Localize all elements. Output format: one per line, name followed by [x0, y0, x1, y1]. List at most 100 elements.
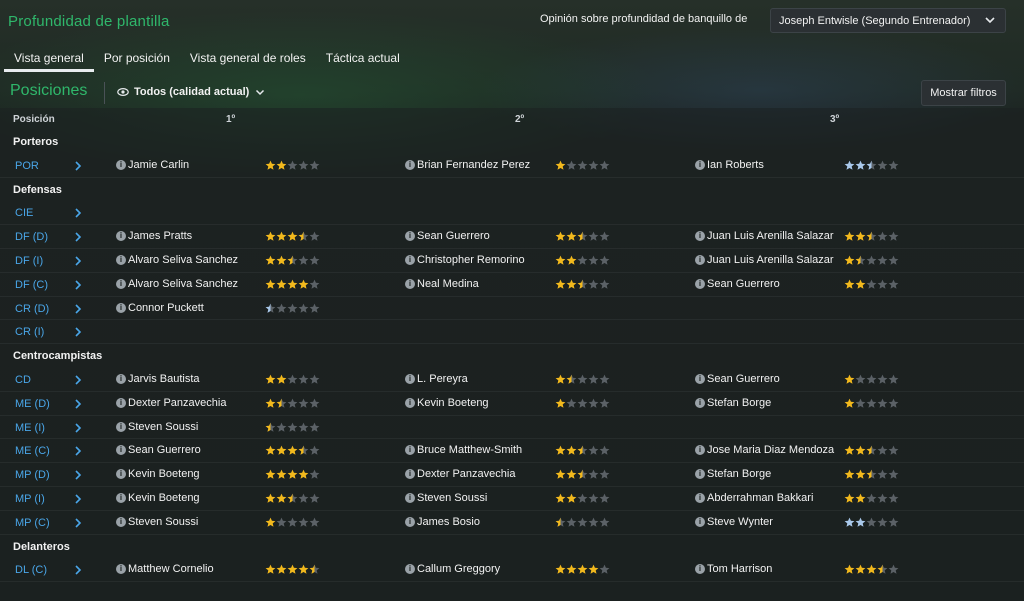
position-link[interactable]: ME (D): [15, 398, 50, 410]
position-link[interactable]: CIE: [15, 207, 33, 219]
player-link[interactable]: i Dexter Panzavechia: [116, 397, 226, 409]
info-icon[interactable]: i: [405, 231, 415, 242]
player-link[interactable]: i Dexter Panzavechia: [405, 468, 515, 480]
chevron-right-icon[interactable]: [73, 469, 83, 481]
player-link[interactable]: i Alvaro Seliva Sanchez: [116, 278, 238, 290]
info-icon[interactable]: i: [116, 445, 126, 456]
info-icon[interactable]: i: [116, 397, 126, 408]
info-icon[interactable]: i: [116, 492, 126, 503]
info-icon[interactable]: i: [405, 373, 415, 384]
player-link[interactable]: i Alvaro Seliva Sanchez: [116, 254, 238, 266]
player-link[interactable]: i Connor Puckett: [116, 302, 204, 314]
chevron-right-icon[interactable]: [73, 207, 83, 219]
chevron-right-icon[interactable]: [73, 231, 83, 243]
player-link[interactable]: i Steven Soussi: [405, 492, 487, 504]
info-icon[interactable]: i: [695, 278, 705, 289]
player-link[interactable]: i Sean Guerrero: [405, 230, 490, 242]
position-link[interactable]: MP (D): [15, 469, 50, 481]
info-icon[interactable]: i: [405, 278, 415, 289]
player-link[interactable]: i Stefan Borge: [695, 397, 771, 409]
player-link[interactable]: i Bruce Matthew-Smith: [405, 444, 522, 456]
player-link[interactable]: i Sean Guerrero: [116, 444, 201, 456]
info-icon[interactable]: i: [116, 516, 126, 527]
player-link[interactable]: i Jamie Carlin: [116, 159, 189, 171]
info-icon[interactable]: i: [405, 516, 415, 527]
player-link[interactable]: i Steve Wynter: [695, 516, 773, 528]
player-link[interactable]: i Steven Soussi: [116, 421, 198, 433]
chevron-right-icon[interactable]: [73, 517, 83, 529]
player-link[interactable]: i Matthew Cornelio: [116, 563, 214, 575]
player-link[interactable]: i Stefan Borge: [695, 468, 771, 480]
player-link[interactable]: i Ian Roberts: [695, 159, 764, 171]
info-icon[interactable]: i: [116, 564, 126, 575]
quality-filter-dropdown[interactable]: Todos (calidad actual): [117, 86, 266, 98]
info-icon[interactable]: i: [405, 492, 415, 503]
chevron-right-icon[interactable]: [73, 303, 83, 315]
chevron-right-icon[interactable]: [73, 279, 83, 291]
info-icon[interactable]: i: [116, 373, 126, 384]
show-filters-button[interactable]: Mostrar filtros: [921, 80, 1006, 106]
info-icon[interactable]: i: [695, 564, 705, 575]
position-link[interactable]: CD: [15, 374, 31, 386]
info-icon[interactable]: i: [116, 421, 126, 432]
info-icon[interactable]: i: [695, 373, 705, 384]
player-link[interactable]: i James Bosio: [405, 516, 480, 528]
chevron-right-icon[interactable]: [73, 374, 83, 386]
info-icon[interactable]: i: [695, 397, 705, 408]
player-link[interactable]: i Neal Medina: [405, 278, 479, 290]
info-icon[interactable]: i: [405, 445, 415, 456]
player-link[interactable]: i L. Pereyra: [405, 373, 468, 385]
player-link[interactable]: i Callum Greggory: [405, 563, 500, 575]
position-link[interactable]: CR (D): [15, 303, 49, 315]
chevron-right-icon[interactable]: [73, 564, 83, 576]
player-link[interactable]: i Jarvis Bautista: [116, 373, 200, 385]
player-link[interactable]: i Kevin Boeteng: [116, 492, 200, 504]
tab-roles-overview[interactable]: Vista general de roles: [180, 44, 316, 72]
chevron-right-icon[interactable]: [73, 493, 83, 505]
coach-dropdown[interactable]: Joseph Entwisle (Segundo Entrenador): [770, 8, 1006, 33]
player-link[interactable]: i Tom Harrison: [695, 563, 772, 575]
player-link[interactable]: i Sean Guerrero: [695, 278, 780, 290]
player-link[interactable]: i Steven Soussi: [116, 516, 198, 528]
chevron-right-icon[interactable]: [73, 445, 83, 457]
info-icon[interactable]: i: [116, 469, 126, 480]
player-link[interactable]: i James Pratts: [116, 230, 192, 242]
info-icon[interactable]: i: [116, 159, 126, 170]
player-link[interactable]: i Christopher Remorino: [405, 254, 525, 266]
chevron-right-icon[interactable]: [73, 398, 83, 410]
player-link[interactable]: i Sean Guerrero: [695, 373, 780, 385]
info-icon[interactable]: i: [695, 516, 705, 527]
player-link[interactable]: i Brian Fernandez Perez: [405, 159, 530, 171]
position-link[interactable]: CR (I): [15, 326, 44, 338]
position-link[interactable]: POR: [15, 160, 39, 172]
position-link[interactable]: DF (C): [15, 279, 48, 291]
chevron-right-icon[interactable]: [73, 255, 83, 267]
position-link[interactable]: DF (I): [15, 255, 43, 267]
position-link[interactable]: MP (C): [15, 517, 50, 529]
info-icon[interactable]: i: [695, 254, 705, 265]
player-link[interactable]: i Kevin Boeteng: [405, 397, 489, 409]
info-icon[interactable]: i: [405, 564, 415, 575]
info-icon[interactable]: i: [405, 254, 415, 265]
info-icon[interactable]: i: [405, 469, 415, 480]
info-icon[interactable]: i: [695, 469, 705, 480]
position-link[interactable]: ME (I): [15, 422, 45, 434]
info-icon[interactable]: i: [116, 254, 126, 265]
chevron-right-icon[interactable]: [73, 422, 83, 434]
tab-current-tactic[interactable]: Táctica actual: [316, 44, 410, 72]
tab-by-position[interactable]: Por posición: [94, 44, 180, 72]
position-link[interactable]: DL (C): [15, 564, 47, 576]
info-icon[interactable]: i: [116, 278, 126, 289]
info-icon[interactable]: i: [116, 231, 126, 242]
tab-overview[interactable]: Vista general: [4, 44, 94, 72]
info-icon[interactable]: i: [405, 159, 415, 170]
info-icon[interactable]: i: [116, 302, 126, 313]
position-link[interactable]: ME (C): [15, 445, 50, 457]
player-link[interactable]: i Juan Luis Arenilla Salazar: [695, 230, 834, 242]
position-link[interactable]: MP (I): [15, 493, 45, 505]
position-link[interactable]: DF (D): [15, 231, 48, 243]
player-link[interactable]: i Kevin Boeteng: [116, 468, 200, 480]
info-icon[interactable]: i: [405, 397, 415, 408]
info-icon[interactable]: i: [695, 492, 705, 503]
chevron-right-icon[interactable]: [73, 160, 83, 172]
